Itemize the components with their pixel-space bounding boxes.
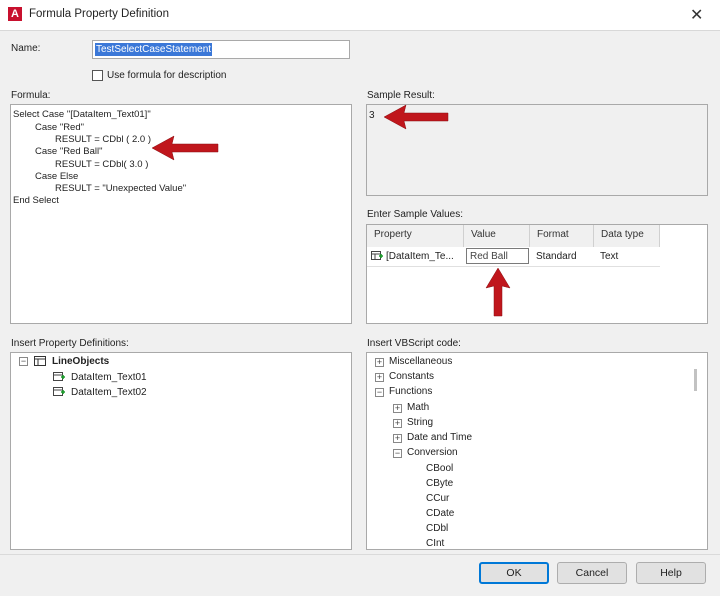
ok-button[interactable]: OK bbox=[479, 562, 549, 584]
tree-root-lineobjects[interactable]: LineObjects bbox=[52, 356, 109, 367]
tree-item-string[interactable]: String bbox=[407, 417, 433, 428]
formula-line: Case "Red Ball" bbox=[35, 146, 103, 157]
tree-item-conversion[interactable]: Conversion bbox=[407, 447, 458, 458]
tree-item-functions[interactable]: Functions bbox=[389, 386, 432, 397]
column-header-value[interactable]: Value bbox=[464, 225, 530, 247]
formula-line: RESULT = CDbl( 3.0 ) bbox=[55, 159, 149, 170]
expand-icon[interactable]: + bbox=[393, 404, 402, 413]
vbscript-scrollbar-thumb[interactable] bbox=[694, 369, 697, 391]
expand-icon[interactable]: + bbox=[375, 358, 384, 367]
tree-item-cbool[interactable]: CBool bbox=[426, 463, 453, 474]
use-formula-label: Use formula for description bbox=[107, 70, 227, 81]
close-icon[interactable]: ✕ bbox=[690, 5, 703, 25]
table-icon bbox=[34, 356, 46, 366]
insert-property-label: Insert Property Definitions: bbox=[11, 338, 129, 349]
help-button[interactable]: Help bbox=[636, 562, 706, 584]
formula-label: Formula: bbox=[11, 90, 51, 101]
collapse-icon[interactable]: − bbox=[19, 357, 28, 366]
column-header-property[interactable]: Property bbox=[367, 225, 464, 247]
autocad-app-icon: A bbox=[8, 7, 22, 21]
tree-item-dataitem-text02[interactable]: DataItem_Text02 bbox=[71, 387, 147, 398]
name-input-value: TestSelectCaseStatement bbox=[95, 43, 213, 56]
collapse-icon[interactable]: − bbox=[375, 388, 384, 397]
tree-item-miscellaneous[interactable]: Miscellaneous bbox=[389, 356, 452, 367]
annotation-arrow-up bbox=[485, 267, 511, 317]
row-format-cell: Standard bbox=[536, 251, 577, 262]
tree-item-cdbl[interactable]: CDbl bbox=[426, 523, 448, 534]
insert-vbscript-label: Insert VBScript code: bbox=[367, 338, 461, 349]
cancel-button[interactable]: Cancel bbox=[557, 562, 627, 584]
annotation-arrow-left bbox=[151, 135, 219, 161]
formula-line: Select Case "[DataItem_Text01]" bbox=[13, 109, 151, 120]
sample-result-value: 3 bbox=[369, 110, 375, 121]
formula-line: End Select bbox=[13, 195, 59, 206]
tree-item-dataitem-text01[interactable]: DataItem_Text01 bbox=[71, 372, 147, 383]
window-title: Formula Property Definition bbox=[29, 8, 169, 20]
name-label: Name: bbox=[11, 43, 41, 54]
sample-values-label: Enter Sample Values: bbox=[367, 209, 463, 220]
collapse-icon[interactable]: − bbox=[393, 449, 402, 458]
annotation-arrow-left bbox=[383, 104, 449, 130]
tree-item-ccur[interactable]: CCur bbox=[426, 493, 449, 504]
expand-icon[interactable]: + bbox=[393, 434, 402, 443]
formula-line: Case Else bbox=[35, 171, 79, 182]
formula-line: Case "Red" bbox=[35, 122, 84, 133]
tree-item-cbyte[interactable]: CByte bbox=[426, 478, 453, 489]
tree-item-date-and-time[interactable]: Date and Time bbox=[407, 432, 472, 443]
property-table-icon bbox=[53, 387, 65, 396]
tree-item-cdate[interactable]: CDate bbox=[426, 508, 454, 519]
formula-line: RESULT = "Unexpected Value" bbox=[55, 183, 187, 194]
tree-item-math[interactable]: Math bbox=[407, 402, 429, 413]
property-table-icon bbox=[53, 372, 65, 381]
tree-item-cint[interactable]: CInt bbox=[426, 538, 444, 549]
sample-result-label: Sample Result: bbox=[367, 90, 435, 101]
row-property-cell[interactable]: [DataItem_Te... bbox=[386, 251, 454, 262]
expand-icon[interactable]: + bbox=[393, 419, 402, 428]
expand-icon[interactable]: + bbox=[375, 373, 384, 382]
formula-line: RESULT = CDbl ( 2.0 ) bbox=[55, 134, 151, 145]
use-formula-checkbox[interactable] bbox=[92, 70, 103, 81]
column-header-format[interactable]: Format bbox=[530, 225, 594, 247]
column-header-data-type[interactable]: Data type bbox=[594, 225, 660, 247]
row-data-type-cell: Text bbox=[600, 251, 619, 262]
row-value-text: Red Ball bbox=[470, 251, 508, 262]
tree-item-constants[interactable]: Constants bbox=[389, 371, 434, 382]
property-table-icon bbox=[371, 251, 383, 260]
